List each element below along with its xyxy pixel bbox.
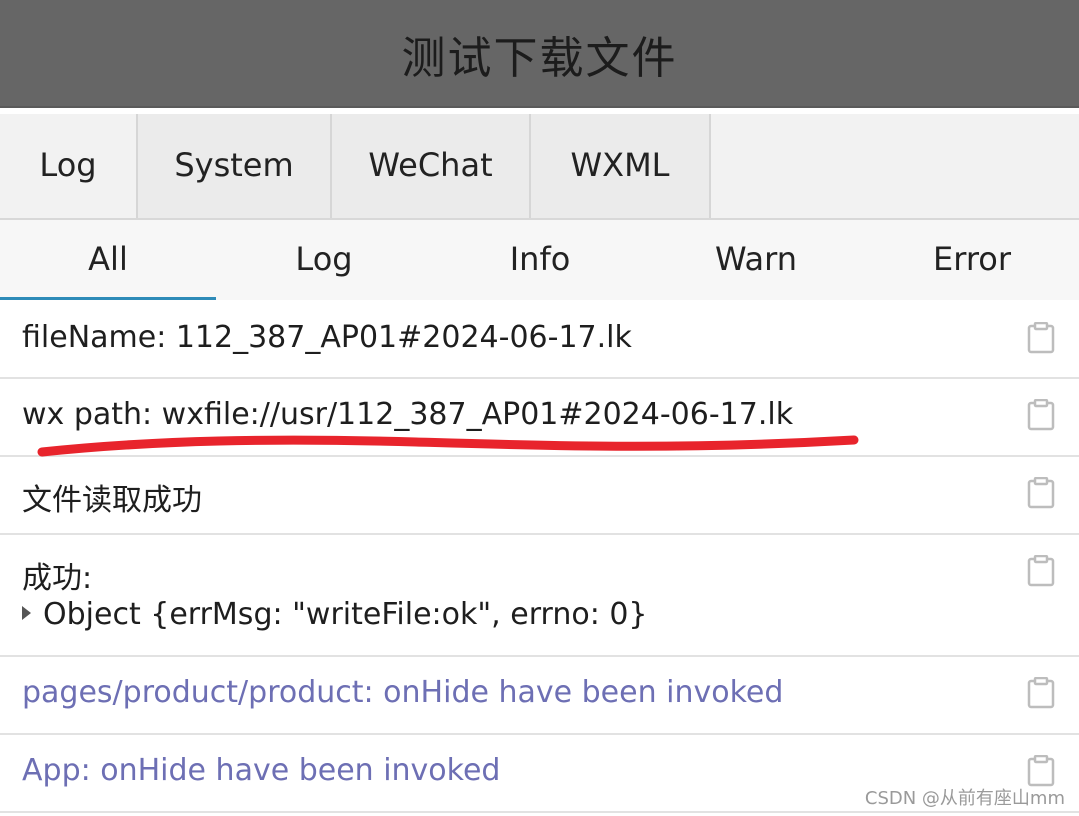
filter-tab-log[interactable]: Log (216, 220, 432, 298)
primary-tab-bar: Log System WeChat WXML (0, 114, 1079, 220)
tab-log[interactable]: Log (0, 114, 138, 218)
copy-icon[interactable] (1027, 755, 1055, 787)
copy-icon[interactable] (1027, 477, 1055, 509)
log-object-text: Object {errMsg: "writeFile:ok", errno: 0… (43, 597, 648, 632)
log-entry: pages/product/product: onHide have been … (0, 657, 1079, 735)
copy-icon[interactable] (1027, 677, 1055, 709)
filter-tab-all[interactable]: All (0, 220, 216, 300)
log-message: pages/product/product: onHide have been … (22, 675, 784, 710)
tab-wxml[interactable]: WXML (531, 114, 711, 218)
title-bar: 测试下载文件 (0, 0, 1079, 108)
copy-icon[interactable] (1027, 555, 1055, 587)
page-title: 测试下载文件 (401, 33, 678, 84)
log-entry: 成功: Object {errMsg: "writeFile:ok", errn… (0, 535, 1079, 657)
filter-tab-warn[interactable]: Warn (648, 220, 864, 298)
copy-icon[interactable] (1027, 322, 1055, 354)
log-entry: 文件读取成功 (0, 457, 1079, 535)
copy-icon[interactable] (1027, 399, 1055, 431)
tab-system[interactable]: System (138, 114, 332, 218)
expand-arrow-icon[interactable] (22, 605, 31, 620)
log-message: App: onHide have been invoked (22, 753, 501, 788)
log-message: 成功: (22, 561, 93, 596)
log-entry: fileName: 112_387_AP01#2024-06-17.lk (0, 300, 1079, 379)
tab-wechat[interactable]: WeChat (332, 114, 531, 218)
log-message: wx path: wxfile://usr/112_387_AP01#2024-… (22, 397, 794, 432)
watermark: CSDN @从前有座山mm (864, 788, 1065, 809)
log-message: fileName: 112_387_AP01#2024-06-17.lk (22, 320, 632, 355)
filter-tab-error[interactable]: Error (864, 220, 1079, 298)
log-message: 文件读取成功 (22, 483, 202, 518)
filter-tab-bar: All Log Info Warn Error (0, 220, 1079, 302)
filter-tab-info[interactable]: Info (432, 220, 648, 298)
log-object[interactable]: Object {errMsg: "writeFile:ok", errno: 0… (22, 597, 648, 632)
